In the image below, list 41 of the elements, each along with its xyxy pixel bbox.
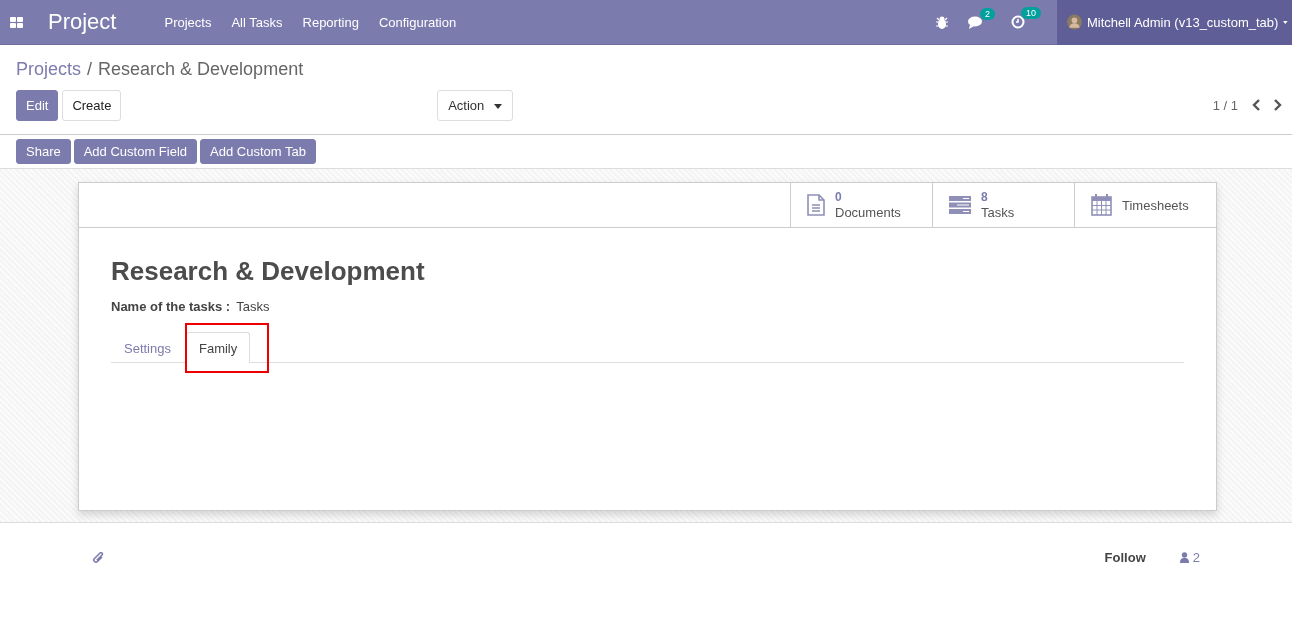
action-dropdown[interactable]: Action xyxy=(437,89,513,121)
pager-counter: 1 / 1 xyxy=(1212,97,1238,113)
follow-button[interactable]: Follow xyxy=(1098,549,1152,566)
document-icon xyxy=(807,194,825,216)
toolbar-button[interactable]: Add Custom Tab xyxy=(200,139,316,164)
menu-item[interactable]: Projects xyxy=(164,14,212,30)
form-tab[interactable]: Family xyxy=(186,332,251,363)
smart-button[interactable]: 0 Documents xyxy=(790,183,932,227)
menu-item[interactable]: All Tasks xyxy=(231,14,283,30)
calendar-icon xyxy=(1091,194,1112,216)
field-value: Tasks xyxy=(236,299,270,314)
breadcrumb-separator: / xyxy=(87,59,93,80)
stacked-bars-icon xyxy=(949,196,971,214)
record-title: Research & Development xyxy=(111,256,426,287)
menu-item[interactable]: Reporting xyxy=(302,14,359,30)
smart-button[interactable]: 8 Tasks xyxy=(932,183,1074,227)
next-icon[interactable] xyxy=(1274,99,1282,111)
followers-button[interactable]: 2 xyxy=(1179,550,1200,565)
app-name[interactable]: Project xyxy=(48,9,117,35)
clock-icon[interactable] xyxy=(1011,15,1025,29)
message-count-badge: 2 xyxy=(979,7,995,20)
toolbar-button[interactable]: Share xyxy=(16,139,71,164)
caret-icon xyxy=(493,103,502,109)
form-tab[interactable]: Settings xyxy=(111,332,184,362)
caret-icon xyxy=(1283,19,1288,25)
breadcrumb-link[interactable]: Projects xyxy=(16,59,82,80)
create-button[interactable]: Create xyxy=(62,89,122,121)
chat-icon[interactable] xyxy=(967,15,984,29)
menu-item[interactable]: Configuration xyxy=(378,14,457,30)
activity-count-badge: 10 xyxy=(1021,7,1041,19)
breadcrumb-current: Research & Development xyxy=(98,59,304,80)
apps-menu-icon[interactable] xyxy=(10,16,23,28)
bug-icon[interactable] xyxy=(935,15,948,29)
smart-button[interactable]: Timesheets xyxy=(1074,183,1216,227)
edit-button[interactable]: Edit xyxy=(16,89,59,121)
toolbar-button[interactable]: Add Custom Field xyxy=(73,139,198,164)
paperclip-icon[interactable] xyxy=(93,551,104,564)
field-label: Name of the tasks : xyxy=(111,299,231,314)
person-icon xyxy=(1179,552,1189,563)
user-menu[interactable]: Mitchell Admin (v13_custom_tab) xyxy=(1057,0,1292,45)
previous-icon[interactable] xyxy=(1252,99,1260,111)
